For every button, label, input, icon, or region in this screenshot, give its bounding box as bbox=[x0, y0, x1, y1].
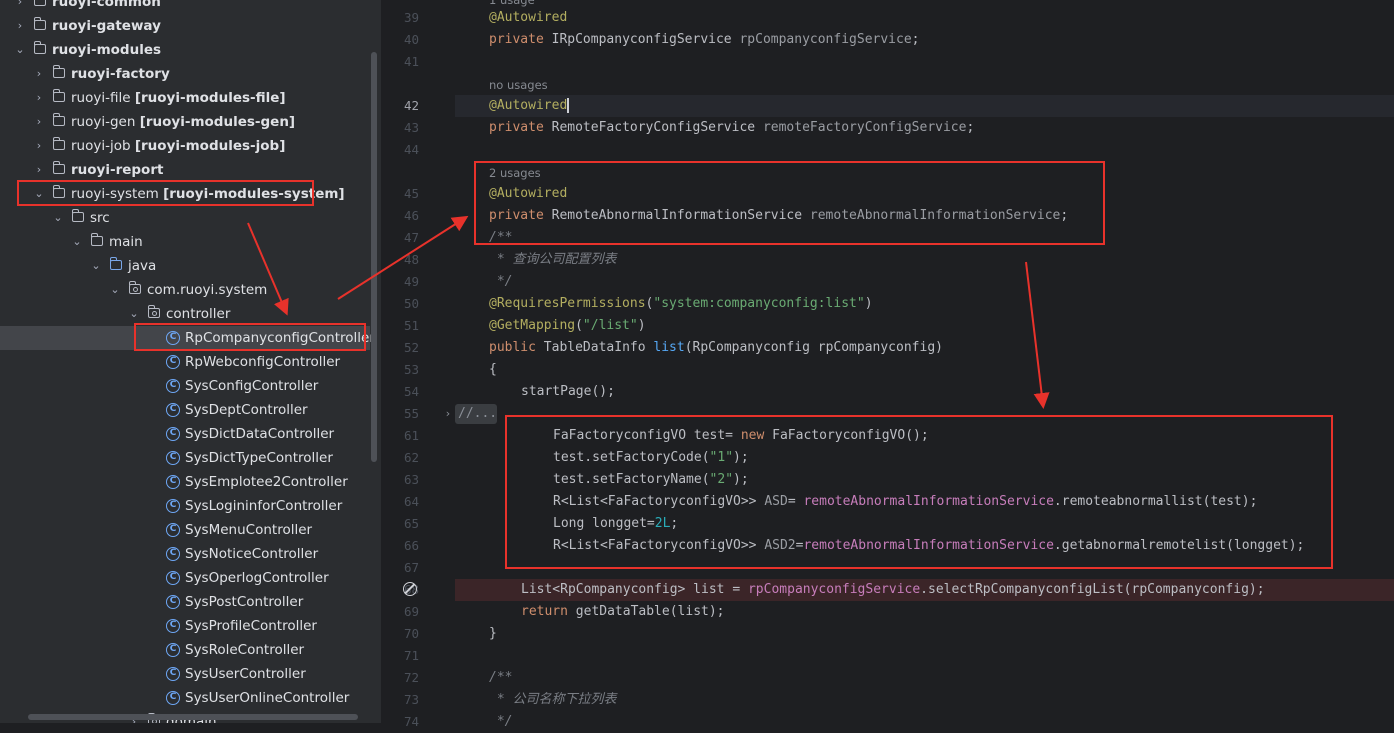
arrow-to-calls bbox=[1025, 261, 1050, 409]
arrow-to-controller bbox=[247, 222, 289, 316]
annotation-arrows bbox=[247, 215, 1050, 409]
arrow-to-field bbox=[337, 215, 469, 300]
